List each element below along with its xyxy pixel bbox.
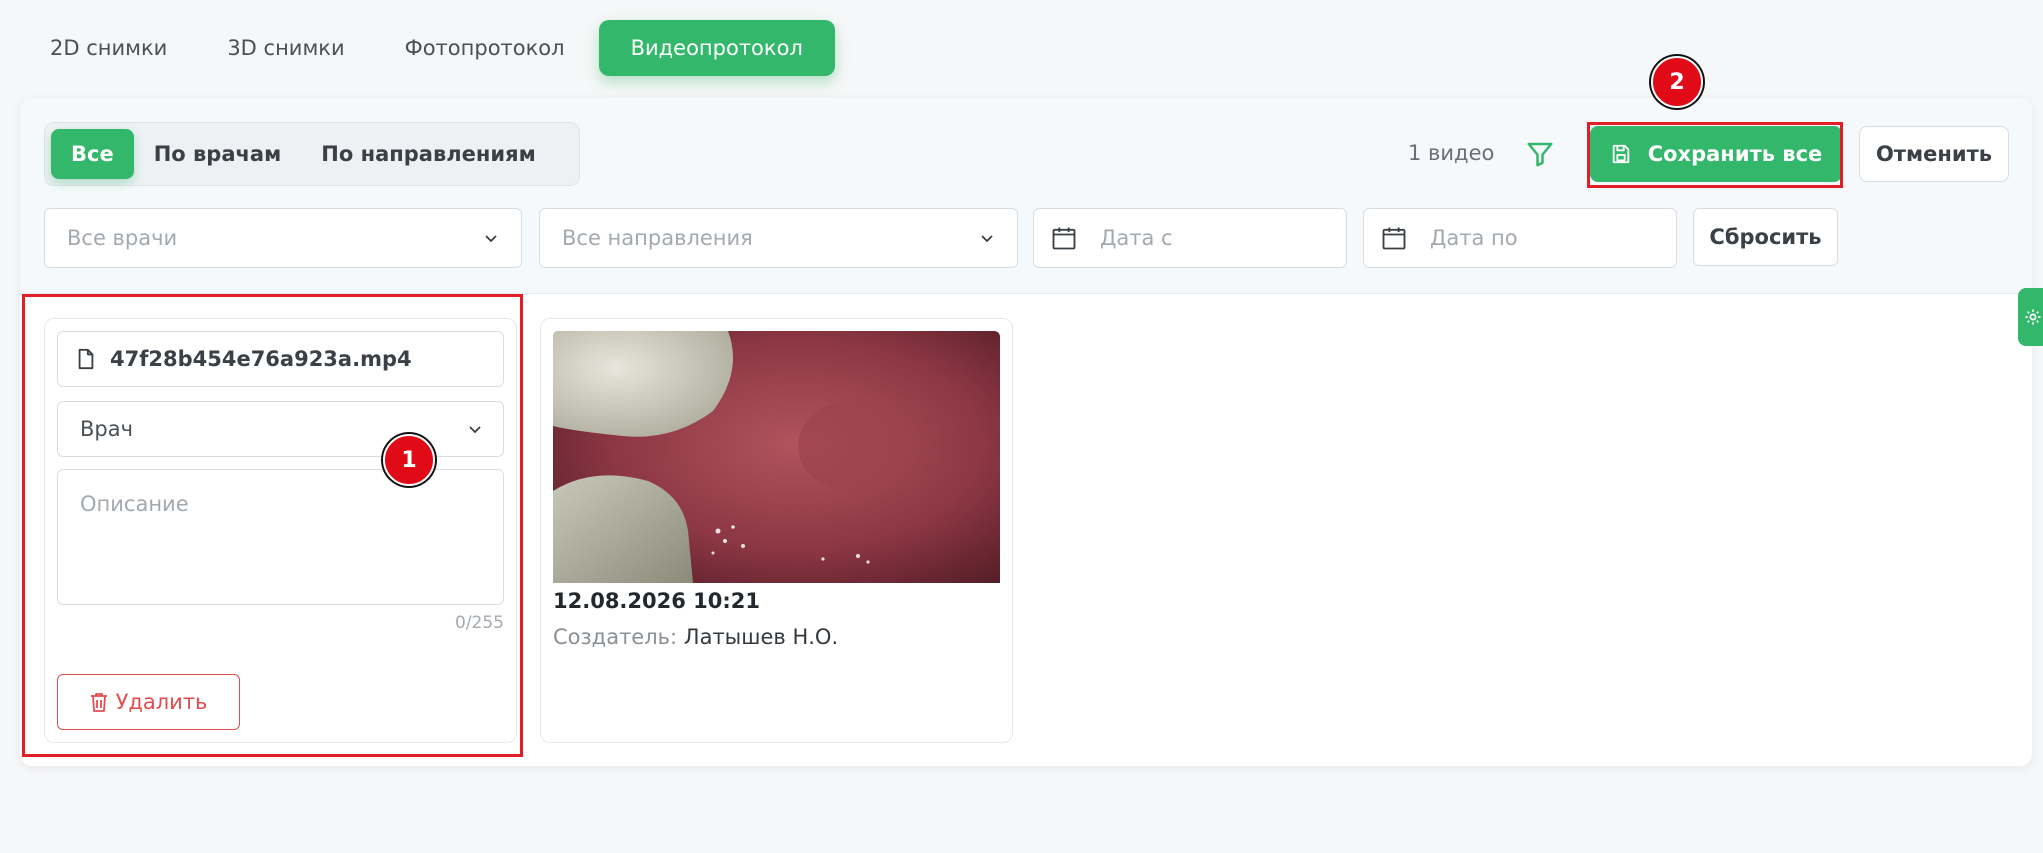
video-thumbnail[interactable] (553, 331, 1000, 583)
reset-button[interactable]: Сбросить (1693, 208, 1838, 266)
tab-3d-images[interactable]: 3D снимки (197, 20, 374, 76)
tab-video-protocol[interactable]: Видеопротокол (598, 20, 835, 76)
chevron-down-icon (981, 235, 993, 243)
video-protocol-card: Все По врачам По направлениям 1 видео Со… (20, 98, 2032, 766)
video-count: 1 видео (1408, 141, 1495, 165)
save-all-button[interactable]: Сохранить все (1590, 126, 1842, 182)
delete-label: Удалить (115, 690, 208, 714)
date-to-placeholder: Дата по (1430, 226, 1518, 250)
chevron-down-icon (485, 235, 497, 243)
description-textarea[interactable]: Описание (57, 469, 504, 605)
file-name: 47f28b454e76a923a.mp4 (110, 347, 412, 371)
annotation-badge-2: 2 (1651, 56, 1703, 108)
doctor-select-placeholder: Врач (80, 417, 134, 441)
file-name-box: 47f28b454e76a923a.mp4 (57, 331, 504, 387)
chevron-down-icon (469, 426, 481, 434)
video-datetime: 12.08.2026 10:21 (553, 589, 761, 613)
video-thumbnail-image (553, 331, 1000, 583)
card-header: Все По врачам По направлениям 1 видео Со… (20, 98, 2032, 294)
directions-select-placeholder: Все направления (562, 226, 753, 250)
directions-select[interactable]: Все направления (539, 208, 1018, 268)
date-from-input[interactable]: Дата с (1033, 208, 1347, 268)
creator-name: Латышев Н.О. (683, 625, 839, 649)
creator-label: Создатель: (553, 625, 678, 649)
filter-button[interactable] (1522, 136, 1558, 172)
video-creator: Создатель: Латышев Н.О. (553, 625, 838, 649)
group-by-segment: Все По врачам По направлениям (44, 122, 580, 186)
date-from-placeholder: Дата с (1100, 226, 1173, 250)
save-all-label: Сохранить все (1647, 142, 1823, 166)
file-icon (78, 348, 94, 370)
description-char-counter: 0/255 (455, 613, 504, 633)
doctors-select[interactable]: Все врачи (44, 208, 522, 268)
save-icon (1612, 144, 1629, 164)
tab-2d-images[interactable]: 2D снимки (20, 20, 197, 76)
description-placeholder: Описание (80, 492, 189, 516)
doctor-select[interactable]: Врач (57, 401, 504, 457)
cancel-button[interactable]: Отменить (1859, 126, 2009, 182)
doctors-select-placeholder: Все врачи (67, 226, 178, 250)
segment-by-doctors[interactable]: По врачам (134, 129, 302, 179)
date-to-input[interactable]: Дата по (1363, 208, 1677, 268)
annotation-badge-1: 1 (383, 434, 435, 486)
video-edit-panel: 47f28b454e76a923a.mp4 Врач Описание 0/25… (44, 318, 517, 743)
segment-all[interactable]: Все (51, 129, 134, 179)
side-settings-tab[interactable] (2018, 288, 2043, 346)
trash-icon (90, 693, 107, 712)
tab-photo-protocol[interactable]: Фотопротокол (375, 20, 595, 76)
delete-button[interactable]: Удалить (57, 674, 240, 730)
top-tabs: 2D снимки 3D снимки Фотопротокол Видеопр… (20, 20, 835, 76)
calendar-icon (1382, 227, 1406, 250)
calendar-icon (1052, 227, 1076, 250)
filter-icon (1527, 142, 1553, 167)
segment-by-directions[interactable]: По направлениям (301, 129, 556, 179)
video-card[interactable]: 12.08.2026 10:21 Создатель: Латышев Н.О. (540, 318, 1013, 743)
gear-icon (2025, 309, 2041, 325)
